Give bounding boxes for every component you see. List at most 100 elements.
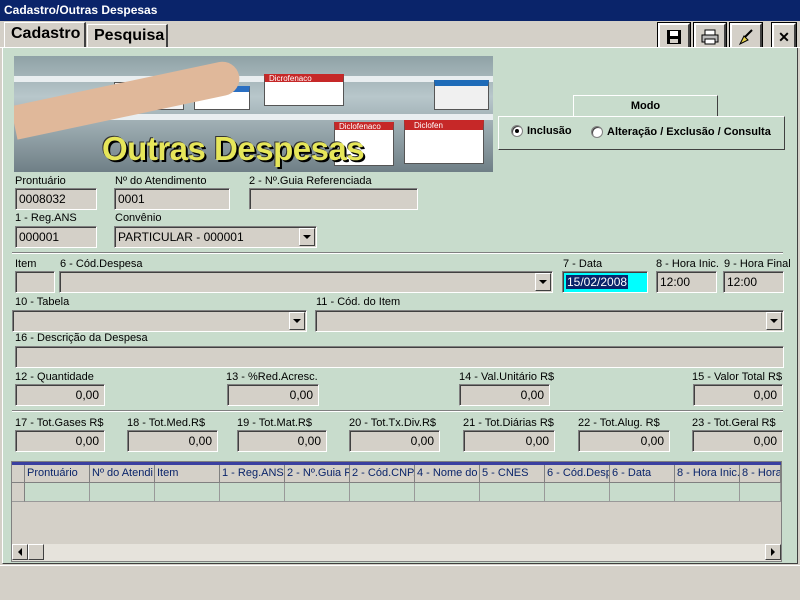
tot-diarias-field[interactable]: 0,00 <box>463 430 555 452</box>
horizontal-scrollbar[interactable] <box>12 544 781 561</box>
hora-inic-field[interactable]: 12:00 <box>656 271 717 293</box>
tot-tx-div-field[interactable]: 0,00 <box>349 430 440 452</box>
tot-med-field[interactable]: 0,00 <box>127 430 218 452</box>
reg-ans-label: 1 - Reg.ANS <box>15 212 77 224</box>
scroll-left-button[interactable] <box>12 544 28 560</box>
chevron-down-icon <box>539 280 547 284</box>
tot-diarias-label: 21 - Tot.Diárias R$ <box>463 417 554 429</box>
radio-alteracao-label: Alteração / Exclusão / Consulta <box>607 126 771 138</box>
guia-label: 2 - Nº.Guia Referenciada <box>249 175 372 187</box>
tot-geral-field[interactable]: 0,00 <box>692 430 783 452</box>
col-header[interactable]: 2 - Nº.Guia R <box>285 465 350 483</box>
cod-despesa-dropdown-button[interactable] <box>535 273 551 291</box>
col-header[interactable]: Item <box>155 465 220 483</box>
grid-cell[interactable] <box>220 483 285 502</box>
quantidade-field[interactable]: 0,00 <box>15 384 105 406</box>
col-header[interactable]: 4 - Nome do <box>415 465 480 483</box>
close-icon: ✕ <box>778 28 790 45</box>
grid-cell[interactable] <box>350 483 415 502</box>
reg-ans-field[interactable]: 000001 <box>15 226 97 248</box>
atendimento-label: Nº do Atendimento <box>115 175 207 187</box>
records-grid[interactable]: Prontuário Nº do Atendi Item 1 - Reg.ANS… <box>11 461 782 562</box>
separator <box>12 410 783 412</box>
red-acresc-label: 13 - %Red.Acresc. <box>226 371 318 383</box>
convenio-dropdown-button[interactable] <box>299 228 315 246</box>
data-field[interactable]: 15/02/2008 <box>562 271 648 293</box>
grid-cell[interactable] <box>480 483 545 502</box>
radio-inclusao-indicator[interactable] <box>511 125 523 137</box>
tot-tx-div-label: 20 - Tot.Tx.Div.R$ <box>349 417 437 429</box>
col-header[interactable]: 1 - Reg.ANS <box>220 465 285 483</box>
atendimento-field[interactable]: 0001 <box>114 188 230 210</box>
convenio-label: Convênio <box>115 212 162 224</box>
tab-cadastro[interactable]: Cadastro <box>4 22 86 48</box>
chevron-left-icon <box>18 548 22 556</box>
data-value: 15/02/2008 <box>566 275 629 289</box>
chevron-down-icon <box>303 235 311 239</box>
tab-pesquisa[interactable]: Pesquisa <box>87 24 168 48</box>
hora-final-label: 9 - Hora Final <box>724 258 791 270</box>
grid-cell[interactable] <box>25 483 90 502</box>
cod-item-select[interactable] <box>315 310 784 332</box>
scroll-right-button[interactable] <box>765 544 781 560</box>
scroll-thumb[interactable] <box>28 544 44 560</box>
col-header[interactable]: Nº do Atendi <box>90 465 155 483</box>
red-acresc-field[interactable]: 0,00 <box>227 384 319 406</box>
grid-cell[interactable] <box>90 483 155 502</box>
col-header[interactable]: 5 - CNES <box>480 465 545 483</box>
tot-mat-field[interactable]: 0,00 <box>237 430 327 452</box>
val-unitario-label: 14 - Val.Unitário R$ <box>459 371 555 383</box>
radio-alteracao-indicator[interactable] <box>591 126 603 138</box>
hora-final-field[interactable]: 12:00 <box>723 271 784 293</box>
prontuario-label: Prontuário <box>15 175 66 187</box>
descricao-field[interactable] <box>15 346 784 368</box>
prontuario-field[interactable]: 0008032 <box>15 188 97 210</box>
col-header[interactable]: 8 - Hora Inic. <box>675 465 740 483</box>
tabela-dropdown-button[interactable] <box>289 312 305 330</box>
modo-title: Modo <box>573 95 718 117</box>
tabela-select[interactable] <box>12 310 307 332</box>
print-icon <box>701 29 719 45</box>
item-field[interactable] <box>15 271 55 293</box>
tot-mat-label: 19 - Tot.Mat.R$ <box>237 417 312 429</box>
radio-inclusao-label: Inclusão <box>527 125 572 137</box>
banner-box-label: Diclofen <box>414 121 443 130</box>
tabela-label: 10 - Tabela <box>15 296 70 308</box>
val-unitario-field[interactable]: 0,00 <box>459 384 550 406</box>
col-header[interactable]: 2 - Cód.CNP. <box>350 465 415 483</box>
tot-alug-field[interactable]: 0,00 <box>578 430 670 452</box>
valor-total-field[interactable]: 0,00 <box>693 384 783 406</box>
cod-item-dropdown-button[interactable] <box>766 312 782 330</box>
radio-alteracao[interactable]: Alteração / Exclusão / Consulta <box>591 126 771 138</box>
data-label: 7 - Data <box>563 258 603 270</box>
status-bar <box>0 565 800 600</box>
tot-gases-label: 17 - Tot.Gases R$ <box>15 417 104 429</box>
hora-inic-label: 8 - Hora Inic. <box>656 258 719 270</box>
cod-despesa-select[interactable] <box>59 271 553 293</box>
save-icon <box>667 30 681 44</box>
chevron-down-icon <box>770 319 778 323</box>
grid-cell[interactable] <box>740 483 781 502</box>
item-label: Item <box>15 258 37 270</box>
grid-cell[interactable] <box>285 483 350 502</box>
quantidade-label: 12 - Quantidade <box>15 371 94 383</box>
guia-field[interactable] <box>249 188 418 210</box>
row-indicator[interactable] <box>12 483 25 502</box>
grid-cell[interactable] <box>415 483 480 502</box>
convenio-select[interactable]: PARTICULAR - 000001 <box>114 226 317 248</box>
tot-med-label: 18 - Tot.Med.R$ <box>127 417 206 429</box>
chevron-right-icon <box>771 548 775 556</box>
col-header[interactable]: Prontuário <box>25 465 90 483</box>
window-title: Cadastro/Outras Despesas <box>0 0 800 21</box>
col-header[interactable]: 6 - Data <box>610 465 675 483</box>
radio-inclusao[interactable]: Inclusão <box>511 125 572 137</box>
col-header[interactable]: 6 - Cód.Desp <box>545 465 610 483</box>
grid-cell[interactable] <box>610 483 675 502</box>
grid-cell[interactable] <box>675 483 740 502</box>
chevron-down-icon <box>293 319 301 323</box>
tot-gases-field[interactable]: 0,00 <box>15 430 105 452</box>
grid-cell[interactable] <box>155 483 220 502</box>
grid-cell[interactable] <box>545 483 610 502</box>
valor-total-label: 15 - Valor Total R$ <box>692 371 783 383</box>
col-header[interactable]: 8 - Hora <box>740 465 781 483</box>
